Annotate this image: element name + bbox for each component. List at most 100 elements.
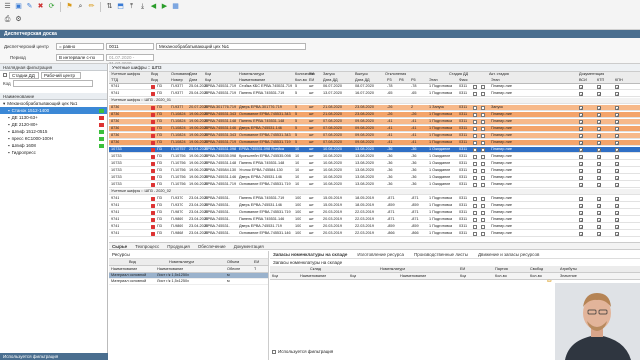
row-checkbox[interactable]	[579, 106, 584, 112]
row-checkbox[interactable]	[473, 232, 477, 236]
row-checkbox[interactable]	[615, 85, 620, 91]
row-checkbox[interactable]	[597, 148, 602, 154]
row-checkbox[interactable]	[579, 218, 584, 224]
row-checkbox[interactable]	[615, 148, 620, 154]
column-subheader[interactable]: ВСИ	[579, 78, 587, 82]
table-row[interactable]: П3 8736 П-10824 19.06.2020 ЕРВА.745531.343 Ос…	[109, 112, 640, 119]
column-header[interactable]: Документация	[579, 72, 604, 76]
table-row[interactable]: П3 9741 П-9377 25.04.2020 ЕРВА.745531.719 Сто…	[109, 84, 640, 91]
table-row[interactable]: П3 10733 П-10756 19.06.2020 ЕРВА.745584.130 У…	[109, 168, 640, 175]
table-row[interactable]: П3 10733 П-10756 19.06.2020 ЕРВА.745531.719 О…	[109, 182, 640, 189]
table-row[interactable]: П3 9741 П-9370 23.04.2020 ЕРВА.745531. Дверь …	[109, 203, 640, 210]
column-subheader[interactable]: Номер	[171, 78, 183, 82]
row-checkbox[interactable]	[473, 211, 477, 215]
stock-filter-checkbox[interactable]	[272, 349, 276, 354]
row-checkbox[interactable]	[481, 92, 485, 96]
table-row[interactable]: П3 8736 П-10824 19.06.2020 ЕРВА.745531.719 Ос…	[109, 140, 640, 147]
row-checkbox[interactable]	[473, 92, 477, 96]
tree-item[interactable]: ▪ Шлиф 1608	[0, 142, 107, 149]
row-checkbox[interactable]	[615, 232, 620, 238]
table-row[interactable]: П3 9741 П-9370 23.04.2020 ЕРВА.745531. Панель…	[109, 196, 640, 203]
row-checkbox[interactable]	[481, 148, 485, 152]
row-checkbox[interactable]	[579, 232, 584, 238]
column-header[interactable]: Атрибуты	[560, 267, 577, 271]
column-subheader[interactable]: Дата ДД	[355, 78, 370, 82]
row-checkbox[interactable]	[481, 232, 485, 236]
row-checkbox[interactable]	[615, 134, 620, 140]
row-checkbox[interactable]	[615, 127, 620, 133]
tree-item[interactable]: ▪ пресс КС1000-100Н	[0, 135, 107, 142]
column-header[interactable]: Основание	[171, 72, 190, 76]
column-subheader[interactable]: ТТД	[111, 78, 118, 82]
tab-0[interactable]: Сырье	[112, 244, 127, 249]
column-subheader[interactable]: Дата ДД	[323, 78, 338, 82]
row-checkbox[interactable]	[615, 120, 620, 126]
group-row[interactable]: Учетные шифры :: ШП3 - 2020_01	[109, 98, 640, 104]
row-checkbox[interactable]	[615, 169, 620, 175]
row-checkbox[interactable]	[579, 92, 584, 98]
row-checkbox[interactable]	[615, 197, 620, 203]
table-row[interactable]: П3 9741 П-9869 23.04.2020 ЕРВА.745531. Панель…	[109, 217, 640, 224]
row-checkbox[interactable]	[597, 141, 602, 147]
row-checkbox[interactable]	[597, 169, 602, 175]
column-subheader[interactable]: КПН	[615, 78, 623, 82]
row-checkbox[interactable]	[481, 134, 485, 138]
row-checkbox[interactable]	[597, 120, 602, 126]
column-header[interactable]: Учетные шифры	[111, 72, 140, 76]
subtab-1[interactable]: Изготовление ресурса	[357, 252, 404, 257]
column-header[interactable]: Стадия ДД	[449, 72, 468, 76]
row-checkbox[interactable]	[615, 141, 620, 147]
row-checkbox[interactable]	[579, 169, 584, 175]
column-header[interactable]: ЕИ	[309, 72, 314, 76]
row-checkbox[interactable]	[473, 155, 477, 159]
row-checkbox[interactable]	[481, 106, 485, 110]
column-subheader[interactable]: Наименование	[400, 274, 426, 278]
search-icon[interactable]: ⌕	[76, 2, 85, 11]
column-header[interactable]: ЕИ	[254, 260, 259, 264]
column-subheader[interactable]: Код	[460, 274, 466, 278]
row-checkbox[interactable]	[481, 85, 485, 89]
row-checkbox[interactable]	[597, 197, 602, 203]
row-checkbox[interactable]	[481, 120, 485, 124]
tree-item[interactable]: ▪ Гидропресс	[0, 149, 107, 156]
row-checkbox[interactable]	[615, 204, 620, 210]
print-icon[interactable]: ⎙	[3, 15, 12, 24]
tree-item[interactable]: ▪ Шлиф 1512-0515	[0, 128, 107, 135]
table-row[interactable]: П3 10733 П-10756 19.06.2020 ЕРВА.745531.148 П…	[109, 161, 640, 168]
column-subheader[interactable]: Код	[205, 78, 211, 82]
table-row[interactable]: П3 9741 П-9870 23.04.2020 ЕРВА.745531. Основа…	[109, 210, 640, 217]
table-row[interactable]: П3 8736 П-10824 19.06.2020 ЕРВА.745531.146 Дв…	[109, 126, 640, 133]
row-checkbox[interactable]	[615, 176, 620, 182]
row-checkbox[interactable]	[597, 85, 602, 91]
column-subheader[interactable]: Код	[350, 274, 356, 278]
equals-select[interactable]: = равно	[56, 43, 104, 50]
list-icon[interactable]: ☰	[3, 2, 12, 11]
row-checkbox[interactable]	[481, 127, 485, 131]
row-checkbox[interactable]	[579, 120, 584, 126]
column-subheader[interactable]: Этап	[429, 78, 438, 82]
row-checkbox[interactable]	[481, 225, 485, 229]
row-checkbox[interactable]	[615, 113, 620, 119]
column-subheader[interactable]: Наименование	[300, 274, 326, 278]
row-checkbox[interactable]	[473, 134, 477, 138]
move-down-icon[interactable]: ⤓	[138, 2, 147, 11]
table-row[interactable]: П3 9741 П-9868 23.04.2020 ЕРВА.745531. Основа…	[109, 231, 640, 238]
pencil-icon[interactable]: ✏	[547, 278, 552, 285]
row-checkbox[interactable]	[597, 204, 602, 210]
row-checkbox[interactable]	[615, 155, 620, 161]
column-subheader[interactable]: КТП	[597, 78, 604, 82]
column-subheader[interactable]: Обеспе	[227, 267, 240, 271]
settings-icon[interactable]: ⚙	[14, 15, 23, 24]
code-field[interactable]	[12, 79, 93, 87]
row-checkbox[interactable]	[615, 106, 620, 112]
row-checkbox[interactable]	[481, 141, 485, 145]
row-checkbox[interactable]	[615, 225, 620, 231]
row-checkbox[interactable]	[615, 183, 620, 189]
center-name-field[interactable]: Механообрабатывающий цех №1	[156, 43, 306, 50]
column-header[interactable]: Объем	[227, 260, 239, 264]
row-checkbox[interactable]	[473, 162, 477, 166]
column-subheader[interactable]: Дата	[189, 78, 197, 82]
column-subheader[interactable]: Вид	[151, 78, 158, 82]
tab-2[interactable]: Продукция	[167, 244, 190, 249]
row-checkbox[interactable]	[579, 176, 584, 182]
